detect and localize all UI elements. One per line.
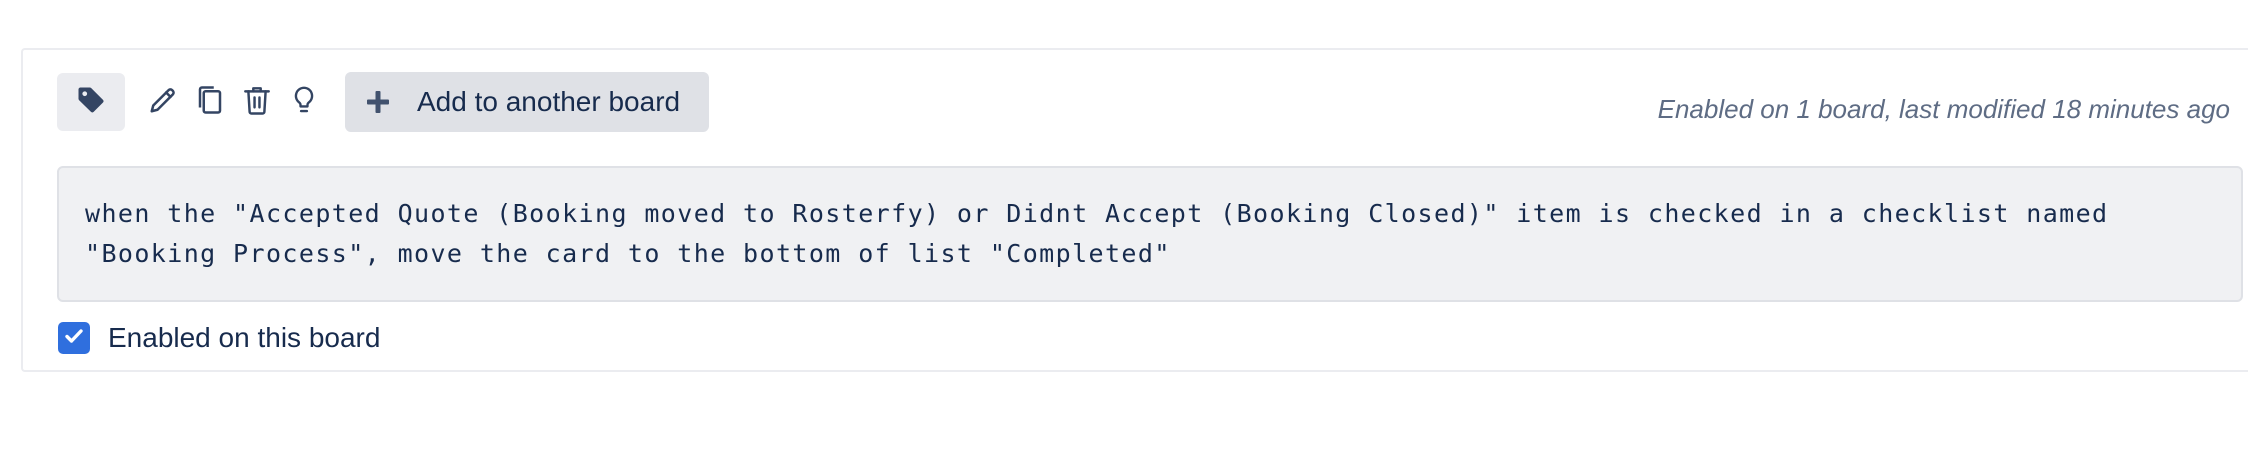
- delete-button[interactable]: [235, 73, 279, 131]
- trash-icon: [242, 84, 272, 121]
- rule-description: when the "Accepted Quote (Booking moved …: [85, 199, 2109, 268]
- checkmark-icon: [63, 325, 85, 352]
- enabled-on-board-row[interactable]: Enabled on this board: [58, 320, 380, 356]
- add-to-another-board-label: Add to another board: [417, 86, 681, 117]
- tag-icon: [76, 85, 106, 120]
- enabled-on-board-label: Enabled on this board: [108, 322, 381, 353]
- rule-meta-text: Enabled on 1 board, last modified 18 min…: [1657, 94, 2230, 124]
- add-to-another-board-button[interactable]: Add to another board: [345, 72, 709, 132]
- rule-toolbar: Add to another board: [57, 72, 709, 132]
- rule-description-box: when the "Accepted Quote (Booking moved …: [57, 166, 2243, 302]
- enabled-checkbox[interactable]: [58, 322, 90, 354]
- tag-button[interactable]: [57, 73, 125, 131]
- copy-button[interactable]: [188, 73, 232, 131]
- edit-button[interactable]: [141, 73, 185, 131]
- pencil-icon: [148, 85, 178, 120]
- lightbulb-icon: [290, 84, 318, 121]
- copy-icon: [195, 83, 225, 122]
- tip-button[interactable]: [282, 73, 326, 131]
- rule-card: Add to another board Enabled on 1 board,…: [21, 48, 2248, 372]
- plus-icon: [365, 89, 391, 115]
